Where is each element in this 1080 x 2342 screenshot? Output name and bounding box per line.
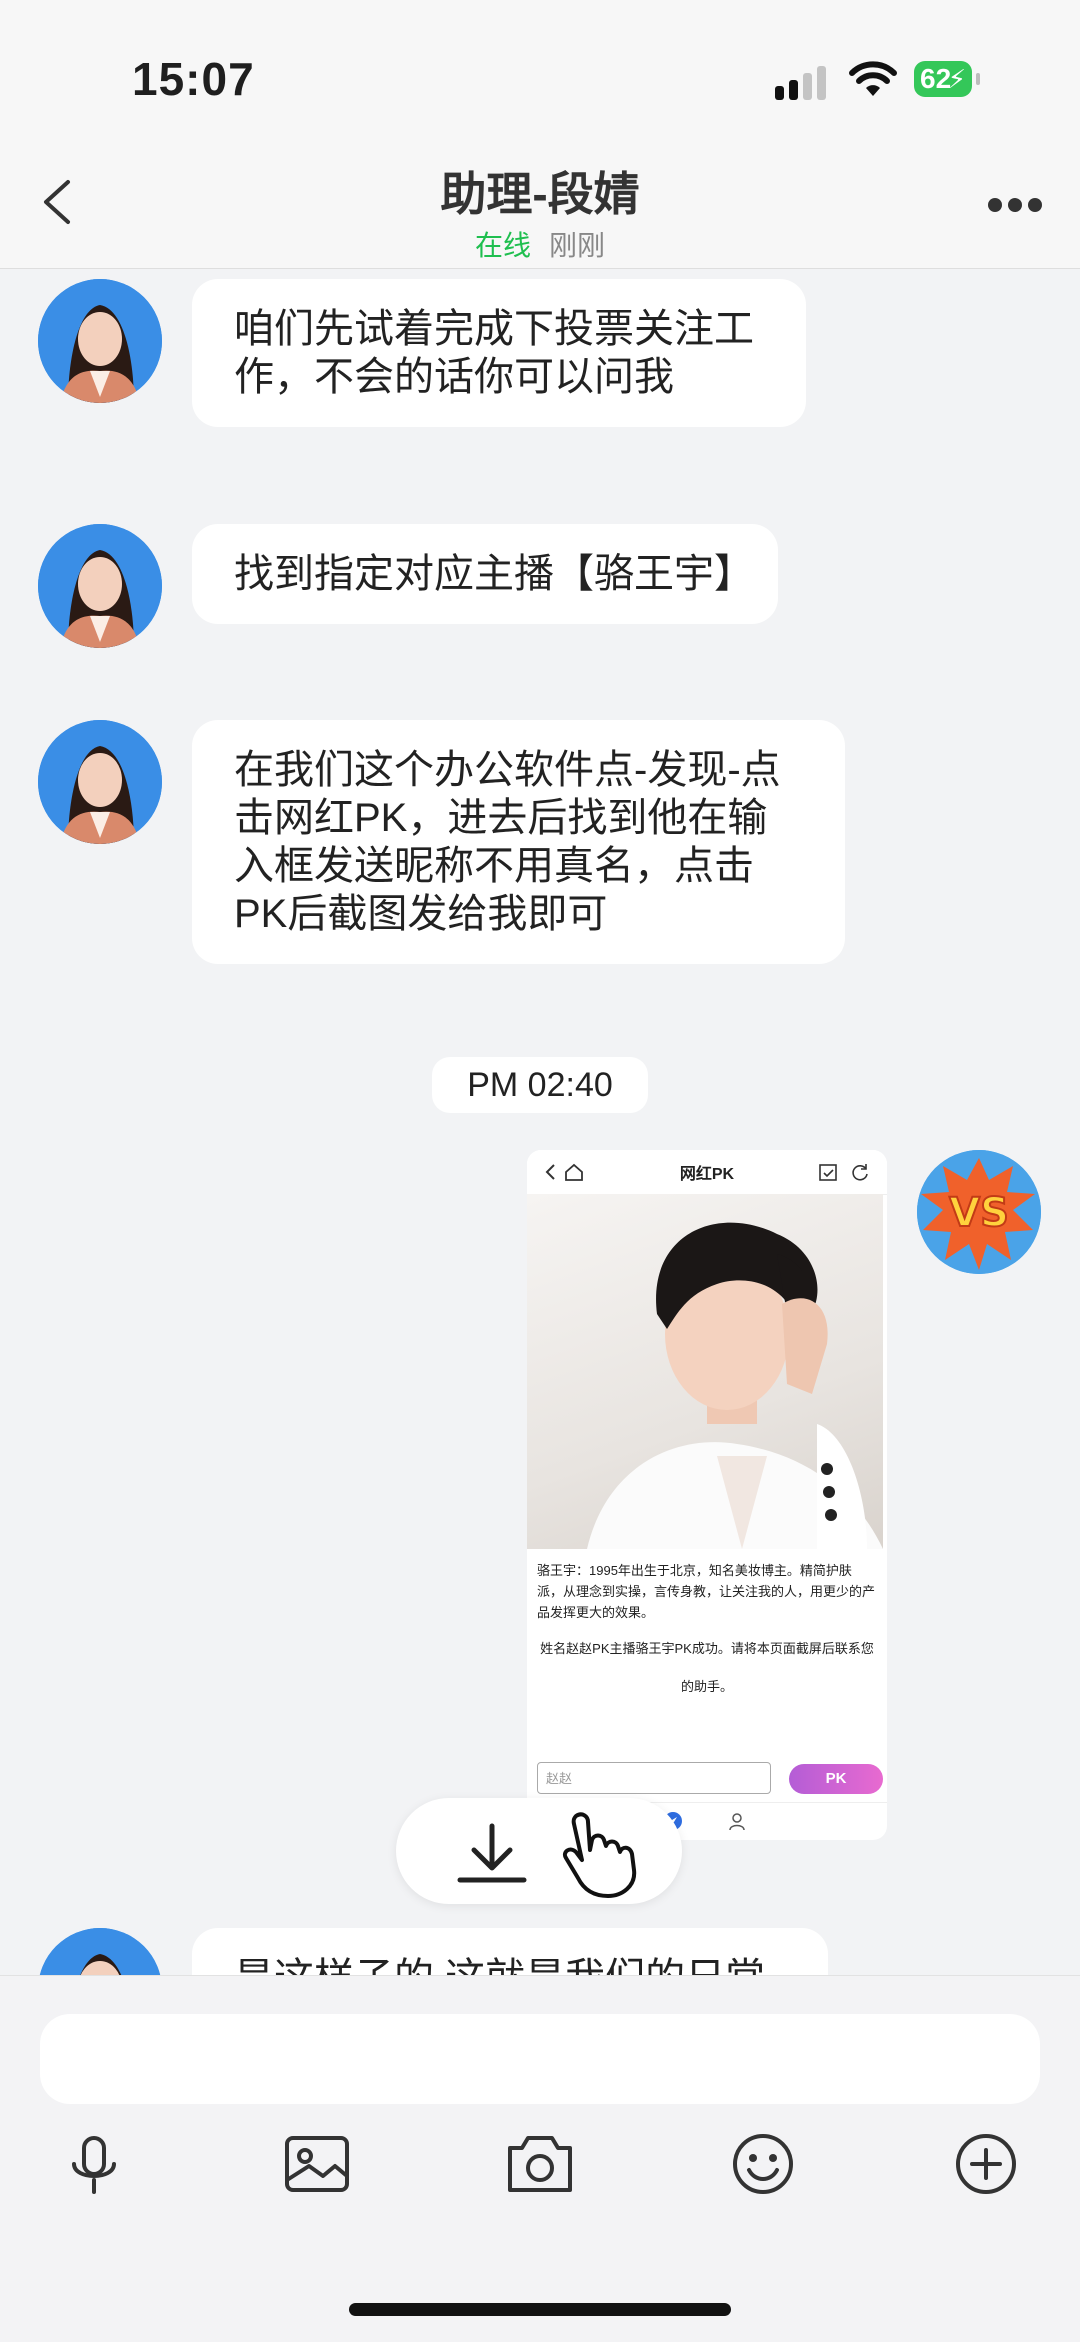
image-icon[interactable] xyxy=(279,2126,355,2202)
contact-avatar[interactable] xyxy=(38,524,162,648)
last-seen: 刚刚 xyxy=(549,230,606,261)
more-dots-icon[interactable] xyxy=(988,195,1042,215)
chat-header: 助理-段婧 在线 刚刚 xyxy=(0,140,1080,269)
presence-status: 在线 刚刚 xyxy=(0,224,1080,264)
status-time: 15:07 xyxy=(132,53,255,105)
incoming-message[interactable]: 是这样子的 这就是我们的日常 xyxy=(192,1928,828,1975)
contact-avatar[interactable] xyxy=(38,720,162,844)
calendar-check-icon xyxy=(819,1164,837,1181)
incoming-message[interactable]: 在我们这个办公软件点-发现-点击网红PK，进去后找到他在输入框发送昵称不用真名，… xyxy=(192,720,845,964)
download-hint[interactable] xyxy=(396,1798,682,1904)
incoming-message[interactable]: 找到指定对应主播【骆王宇】 xyxy=(192,524,778,624)
wifi-icon xyxy=(849,61,897,96)
microphone-icon[interactable] xyxy=(56,2126,132,2202)
emoji-icon[interactable] xyxy=(725,2126,801,2202)
download-icon[interactable] xyxy=(454,1822,530,1886)
incoming-message[interactable]: 咱们先试着完成下投票关注工作，不会的话你可以问我 xyxy=(192,279,806,427)
sent-image-message[interactable]: 网红PK 骆王宇：1995年出生于北京，知名美妆博主。精简护肤派，从理念到实操，… xyxy=(527,1150,887,1840)
time-divider: PM 02:40 xyxy=(432,1057,648,1113)
influencer-photo xyxy=(527,1194,883,1549)
home-indicator[interactable] xyxy=(349,2303,731,2316)
profile-icon xyxy=(729,1813,745,1831)
chat-title: 助理-段婧 xyxy=(440,168,640,220)
charging-bolt-icon: ⚡ xyxy=(947,64,966,94)
message-text: 在我们这个办公软件点-发现-点击网红PK，进去后找到他在输入框发送昵称不用真名，… xyxy=(234,748,781,936)
contact-avatar[interactable] xyxy=(38,1928,162,1975)
message-input[interactable] xyxy=(40,2014,1040,2104)
pk-button: PK xyxy=(789,1764,883,1794)
svg-text:VS: VS xyxy=(949,1190,1009,1236)
message-text: 咱们先试着完成下投票关注工作，不会的话你可以问我 xyxy=(234,307,754,399)
composer xyxy=(0,1975,1080,2342)
battery-indicator: 62 ⚡ xyxy=(914,61,980,97)
pk-result-message: 姓名赵赵PK主播骆王宇PK成功。请将本页面截屏后联系您的助手。 xyxy=(540,1641,874,1694)
hand-pointer-icon xyxy=(563,1812,637,1898)
screenshot-header: 网红PK xyxy=(527,1150,887,1195)
online-status: 在线 xyxy=(474,230,531,261)
message-list[interactable]: 咱们先试着完成下投票关注工作，不会的话你可以问我 找到指定对应主播【骆王宇】 在… xyxy=(0,269,1080,1975)
message-text: 找到指定对应主播【骆王宇】 xyxy=(234,552,754,596)
status-bar: 15:07 62 ⚡ xyxy=(0,0,1080,140)
cellular-signal-icon xyxy=(775,66,827,100)
plus-circle-icon[interactable] xyxy=(948,2126,1024,2202)
nickname-input: 赵赵 xyxy=(537,1762,771,1794)
refresh-icon xyxy=(852,1164,868,1181)
contact-avatar[interactable] xyxy=(38,279,162,403)
message-text: 是这样子的 这就是我们的日常 xyxy=(234,1956,765,1975)
camera-icon[interactable] xyxy=(502,2126,578,2202)
user-avatar[interactable]: VS xyxy=(917,1150,1041,1274)
influencer-bio: 骆王宇：1995年出生于北京，知名美妆博主。精简护肤派，从理念到实操，言传身教，… xyxy=(537,1563,876,1620)
